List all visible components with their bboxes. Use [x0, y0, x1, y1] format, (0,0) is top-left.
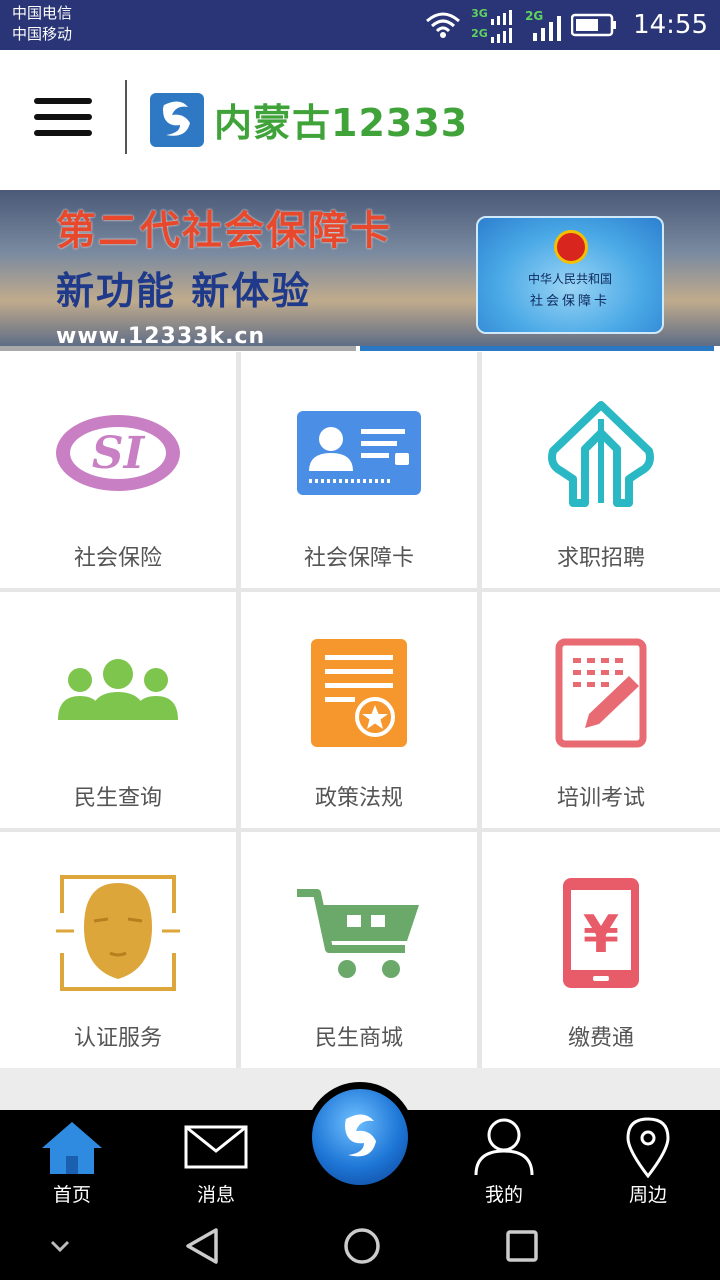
status-icons: 3G 2G 2G 14:55 [425, 0, 708, 50]
recents-icon[interactable] [500, 1226, 544, 1266]
home-circle-icon[interactable] [340, 1226, 384, 1266]
banner-url: www.12333k.cn [56, 324, 266, 348]
social-security-card-image: 中华人民共和国 社会保障卡 [476, 216, 664, 334]
carrier-2: 中国移动 [12, 25, 73, 43]
home-icon [42, 1122, 102, 1174]
banner-subtitle: 新功能 新体验 [56, 268, 312, 313]
si-logo-icon: SI [56, 415, 180, 491]
signal-3g-2g-icon: 3G 2G [471, 5, 515, 45]
service-payment[interactable]: ¥ 缴费通 [482, 832, 720, 1068]
service-label: 政策法规 [314, 786, 403, 811]
location-pin-icon [626, 1117, 670, 1178]
status-bar: 中国电信 中国移动 3G 2G 2G 14:55 [0, 0, 720, 50]
people-group-icon [58, 659, 178, 720]
carrier-info: 中国电信 中国移动 [12, 3, 72, 45]
policy-doc-icon [311, 639, 407, 747]
phone-yuan-icon: ¥ [563, 878, 639, 988]
service-label: 培训考试 [556, 786, 645, 811]
nav-home-label: 首页 [52, 1184, 91, 1206]
service-training-exam[interactable]: 培训考试 [482, 592, 720, 828]
logo-emblem-icon [345, 1114, 376, 1157]
back-icon[interactable] [180, 1226, 224, 1266]
service-label: 认证服务 [73, 1026, 162, 1051]
service-label: 民生查询 [73, 786, 162, 811]
nav-mine[interactable]: 我的 [454, 1114, 554, 1210]
app-logo: 内蒙古12333 [150, 92, 468, 147]
national-emblem-icon [554, 230, 588, 264]
exam-sheet-icon [555, 638, 647, 748]
mail-icon [184, 1125, 248, 1169]
svg-text:¥: ¥ [583, 905, 619, 965]
collapse-icon[interactable] [44, 1226, 76, 1266]
service-authentication[interactable]: 认证服务 [0, 832, 236, 1068]
service-social-insurance[interactable]: SI 社会保险 [0, 352, 236, 588]
app-header: 内蒙古12333 [0, 50, 720, 190]
signal-2g-icon: 2G [525, 5, 562, 45]
menu-icon[interactable] [34, 98, 92, 138]
shopping-cart-icon [297, 889, 419, 978]
header-divider [125, 80, 127, 154]
nav-nearby[interactable]: 周边 [598, 1114, 698, 1210]
nav-messages[interactable]: 消息 [166, 1114, 266, 1210]
service-label: 民生商城 [314, 1026, 403, 1051]
service-label: 缴费通 [567, 1026, 634, 1051]
clock: 14:55 [633, 10, 708, 40]
service-livelihood-query[interactable]: 民生查询 [0, 592, 236, 828]
card-line-1: 中华人民共和国 [527, 272, 612, 286]
id-card-icon [297, 411, 421, 495]
face-scan-icon [56, 875, 180, 991]
nav-mine-label: 我的 [484, 1184, 523, 1206]
carrier-1: 中国电信 [12, 4, 73, 22]
logo-text: 内蒙古12333 [214, 101, 469, 145]
battery-icon [571, 13, 617, 37]
arrows-up-icon [548, 401, 654, 507]
system-nav-bar [0, 1212, 720, 1280]
nav-messages-label: 消息 [196, 1184, 235, 1206]
nav-nearby-label: 周边 [628, 1184, 667, 1206]
service-livelihood-mall[interactable]: 民生商城 [241, 832, 477, 1068]
banner-indicator-active [360, 346, 714, 351]
service-label: 求职招聘 [556, 546, 645, 571]
service-label: 社会保险 [73, 546, 162, 571]
center-home-button[interactable] [305, 1082, 415, 1192]
user-icon [474, 1118, 534, 1176]
service-grid: SI 社会保险 社会保障卡 求职招聘 民生查询 政策法规 培训考试 认证服务 民… [0, 352, 720, 1068]
banner-indicator-inactive [0, 346, 356, 351]
banner-title: 第二代社会保障卡 [56, 207, 392, 254]
promo-banner[interactable]: 第二代社会保障卡 新功能 新体验 www.12333k.cn 中华人民共和国 社… [0, 190, 720, 348]
logo-emblem-icon [150, 92, 204, 147]
service-policy-regulations[interactable]: 政策法规 [241, 592, 477, 828]
service-social-security-card[interactable]: 社会保障卡 [241, 352, 477, 588]
nav-home[interactable]: 首页 [22, 1114, 122, 1210]
svg-text:SI: SI [92, 428, 146, 479]
service-label: 社会保障卡 [303, 546, 414, 571]
wifi-icon [426, 12, 461, 38]
card-line-2: 社会保障卡 [529, 294, 610, 309]
service-job-recruitment[interactable]: 求职招聘 [482, 352, 720, 588]
